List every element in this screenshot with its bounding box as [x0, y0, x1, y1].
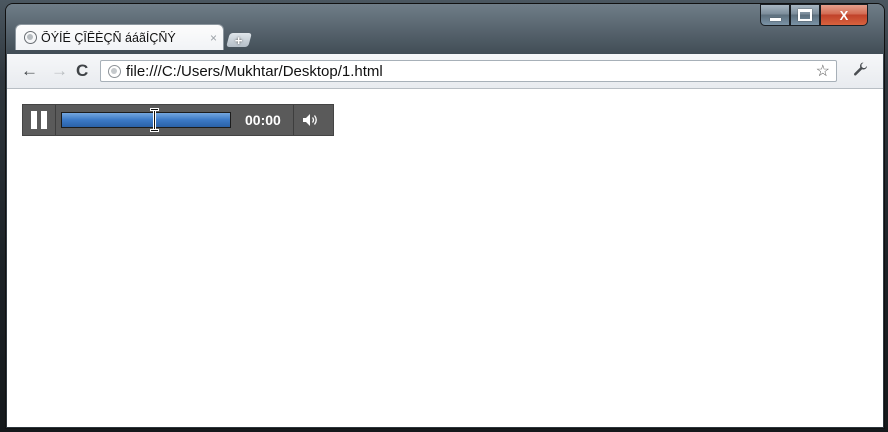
reload-button[interactable]: C [76, 61, 88, 81]
bookmark-star-icon[interactable]: ☆ [816, 61, 830, 81]
window-controls: X [760, 4, 868, 26]
page-globe-icon [24, 31, 37, 44]
text-cursor-icon [151, 109, 158, 131]
close-window-label: X [839, 7, 849, 23]
minimize-icon [769, 17, 781, 21]
pause-icon-bar-left [31, 111, 37, 129]
address-bar[interactable]: file:///C:/Users/Mukhtar/Desktop/1.html … [100, 60, 837, 82]
audio-player: 00:00 [22, 104, 334, 136]
minimize-button[interactable] [760, 4, 790, 26]
close-window-button[interactable]: X [820, 4, 868, 26]
speaker-icon [303, 114, 317, 126]
volume-button[interactable] [293, 105, 328, 135]
pause-button[interactable] [23, 105, 56, 135]
maximize-icon [798, 9, 812, 21]
tab-close-button[interactable]: × [210, 31, 217, 45]
plus-icon: + [235, 32, 243, 48]
browser-tab[interactable]: ÕÝÍÉ ÇÎÊÈÇÑ ááãÍÇÑÝ × [15, 24, 224, 50]
page-icon [108, 64, 121, 78]
wrench-icon[interactable] [852, 61, 868, 82]
pause-icon-bar-right [41, 111, 47, 129]
page-content: 00:00 [7, 89, 883, 427]
forward-button[interactable]: → [51, 61, 68, 81]
browser-toolbar: ← → C file:///C:/Users/Mukhtar/Desktop/1… [7, 54, 883, 89]
tab-title: ÕÝÍÉ ÇÎÊÈÇÑ ááãÍÇÑÝ [41, 30, 176, 45]
back-button[interactable]: ← [21, 61, 38, 81]
time-display: 00:00 [245, 112, 281, 128]
seek-bar-fill [62, 113, 230, 127]
seek-bar[interactable] [61, 109, 231, 131]
maximize-button[interactable] [790, 4, 820, 26]
new-tab-button[interactable]: + [226, 32, 252, 48]
address-url[interactable]: file:///C:/Users/Mukhtar/Desktop/1.html [126, 63, 383, 80]
